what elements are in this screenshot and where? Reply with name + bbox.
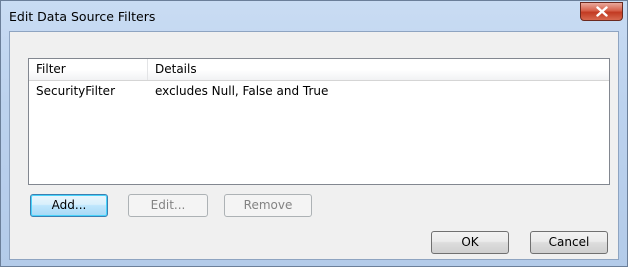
dialog-client-area: Filter Details SecurityFilter excludes N… — [9, 31, 619, 260]
add-button[interactable]: Add... — [30, 194, 108, 217]
filters-list[interactable]: Filter Details SecurityFilter excludes N… — [28, 58, 610, 185]
filter-details-cell: excludes Null, False and True — [155, 84, 329, 98]
close-icon — [595, 6, 608, 17]
close-button[interactable] — [580, 2, 623, 21]
column-header-details[interactable]: Details — [148, 59, 609, 80]
edit-button[interactable]: Edit... — [128, 194, 208, 217]
dialog-title: Edit Data Source Filters — [9, 9, 156, 24]
dialog-window: Edit Data Source Filters Filter Details … — [0, 0, 628, 267]
ok-button[interactable]: OK — [431, 231, 509, 254]
column-header-filter[interactable]: Filter — [29, 59, 148, 80]
filter-name-cell: SecurityFilter — [36, 84, 115, 98]
list-item[interactable]: SecurityFilter excludes Null, False and … — [29, 81, 609, 101]
remove-button[interactable]: Remove — [224, 194, 312, 217]
list-header: Filter Details — [29, 59, 609, 81]
title-bar[interactable]: Edit Data Source Filters — [1, 1, 627, 31]
cancel-button[interactable]: Cancel — [530, 231, 608, 254]
